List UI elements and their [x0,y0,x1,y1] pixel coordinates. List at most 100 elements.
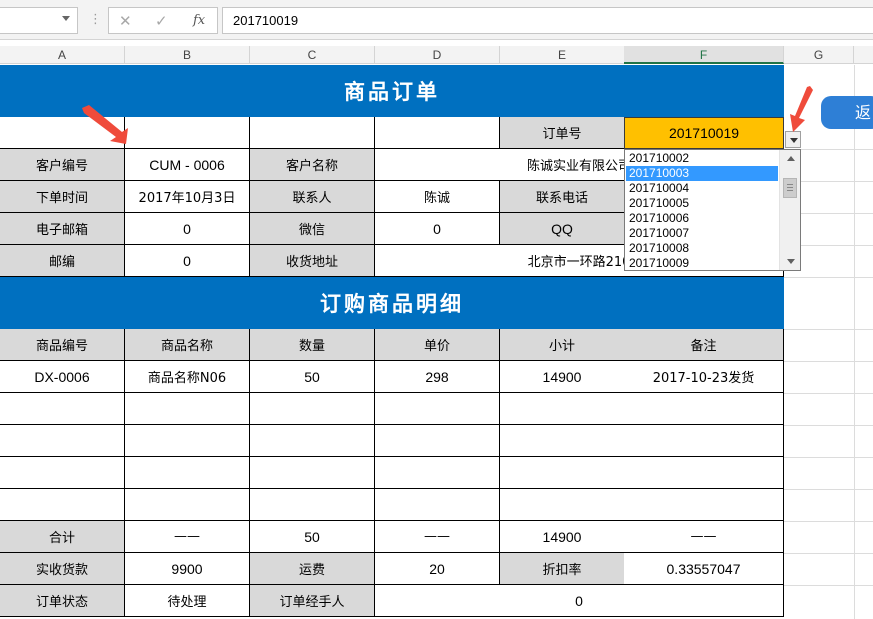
table-row-cell[interactable] [375,489,500,521]
paid-cell[interactable]: 9900 [125,553,250,585]
table-row-cell[interactable] [250,425,375,457]
wechat-label[interactable]: 微信 [250,213,375,245]
detail-header-cell[interactable]: 单价 [375,329,500,361]
freight-label[interactable]: 运费 [250,553,375,585]
detail-header-cell[interactable]: 小计 [500,329,625,361]
discount-cell[interactable]: 0.33557047 [624,553,784,585]
table-row-cell[interactable] [250,393,375,425]
address-label[interactable]: 收货地址 [250,245,375,277]
table-row-cell[interactable]: 14900 [500,361,625,393]
table-row-cell[interactable]: 2017-10-23发货 [624,361,784,393]
table-row-cell[interactable] [375,457,500,489]
dropdown-option[interactable]: 201710008 [626,241,778,256]
table-row-cell[interactable] [624,425,784,457]
drag-handle-icon[interactable]: ⋮ [89,12,102,28]
table-row-cell[interactable] [125,393,250,425]
column-header-g[interactable]: G [784,46,854,64]
order-no-cell[interactable]: 201710019 [624,117,784,149]
table-row-cell[interactable] [500,393,625,425]
order-time-cell[interactable]: 2017年10月3日 [125,181,250,213]
total-cell[interactable]: —— [375,521,500,553]
column-header-e[interactable]: E [500,46,625,64]
contact-cell[interactable]: 陈诚 [375,181,500,213]
dropdown-option[interactable]: 201710004 [626,181,778,196]
detail-title-band[interactable]: 订购商品明细 [0,277,784,329]
table-row-cell[interactable] [500,457,625,489]
total-qty-cell[interactable]: 50 [250,521,375,553]
discount-label[interactable]: 折扣率 [500,553,625,585]
table-row-cell[interactable] [375,425,500,457]
detail-header-cell[interactable]: 商品名称 [125,329,250,361]
status-label[interactable]: 订单状态 [0,585,125,617]
return-button[interactable]: 返 [821,96,873,129]
dropdown-option[interactable]: 201710002 [626,151,778,166]
email-label[interactable]: 电子邮箱 [0,213,125,245]
dropdown-option[interactable]: 201710007 [626,226,778,241]
validation-dropdown-list[interactable]: 201710002 201710003 201710004 201710005 … [624,149,801,271]
handler-cell[interactable]: 0 [375,585,784,617]
order-title-band[interactable]: 商品订单 [0,65,784,117]
total-cell[interactable]: —— [125,521,250,553]
table-row-cell[interactable] [0,457,125,489]
table-row-cell[interactable] [375,393,500,425]
table-row-cell[interactable] [125,457,250,489]
customer-id-cell[interactable]: CUM - 0006 [125,149,250,181]
table-row-cell[interactable] [0,489,125,521]
detail-header-cell[interactable]: 数量 [250,329,375,361]
customer-name-label[interactable]: 客户名称 [250,149,375,181]
table-row-cell[interactable]: 50 [250,361,375,393]
table-row-cell[interactable]: 商品名称N06 [125,361,250,393]
table-row-cell[interactable]: 298 [375,361,500,393]
postcode-label[interactable]: 邮编 [0,245,125,277]
column-header-d[interactable]: D [375,46,500,64]
email-cell[interactable]: 0 [125,213,250,245]
cell-empty[interactable] [250,117,375,149]
table-row-cell[interactable] [624,393,784,425]
scroll-down-icon[interactable] [787,259,795,264]
order-time-label[interactable]: 下单时间 [0,181,125,213]
chevron-down-icon[interactable] [62,16,70,21]
wechat-cell[interactable]: 0 [375,213,500,245]
total-cell[interactable]: —— [624,521,784,553]
dropdown-scrollbar[interactable] [779,150,800,270]
contact-label[interactable]: 联系人 [250,181,375,213]
detail-header-cell[interactable]: 备注 [624,329,784,361]
customer-id-label[interactable]: 客户编号 [0,149,125,181]
table-row-cell[interactable] [125,425,250,457]
qq-label[interactable]: QQ [500,213,625,245]
table-row-cell[interactable] [0,425,125,457]
table-row-cell[interactable] [500,425,625,457]
insert-function-icon[interactable]: fx [193,12,205,30]
table-row-cell[interactable] [0,393,125,425]
column-header-f[interactable]: F [624,46,784,64]
table-row-cell[interactable] [500,489,625,521]
table-row-cell[interactable] [624,457,784,489]
dropdown-arrow-button[interactable] [785,131,801,148]
table-row-cell[interactable] [125,489,250,521]
total-label[interactable]: 合计 [0,521,125,553]
phone-label[interactable]: 联系电话 [500,181,625,213]
freight-cell[interactable]: 20 [375,553,500,585]
table-row-cell[interactable] [250,489,375,521]
column-header-b[interactable]: B [125,46,250,64]
cell-empty[interactable] [0,117,125,149]
column-header-c[interactable]: C [250,46,375,64]
formula-input[interactable]: 201710019 [222,7,873,34]
dropdown-option[interactable]: 201710006 [626,211,778,226]
cell-empty[interactable] [125,117,250,149]
table-row-cell[interactable] [624,489,784,521]
table-row-cell[interactable]: DX-0006 [0,361,125,393]
table-row-cell[interactable] [250,457,375,489]
check-icon[interactable]: ✓ [155,12,168,30]
total-subtotal-cell[interactable]: 14900 [500,521,625,553]
paid-label[interactable]: 实收货款 [0,553,125,585]
order-no-label[interactable]: 订单号 [500,117,625,149]
handler-label[interactable]: 订单经手人 [250,585,375,617]
dropdown-option-selected[interactable]: 201710003 [626,166,778,181]
cell-empty[interactable] [375,117,500,149]
detail-header-cell[interactable]: 商品编号 [0,329,125,361]
scrollbar-thumb[interactable] [783,178,797,198]
column-header-a[interactable]: A [0,46,125,64]
dropdown-option[interactable]: 201710005 [626,196,778,211]
cancel-icon[interactable]: ✕ [119,12,132,30]
